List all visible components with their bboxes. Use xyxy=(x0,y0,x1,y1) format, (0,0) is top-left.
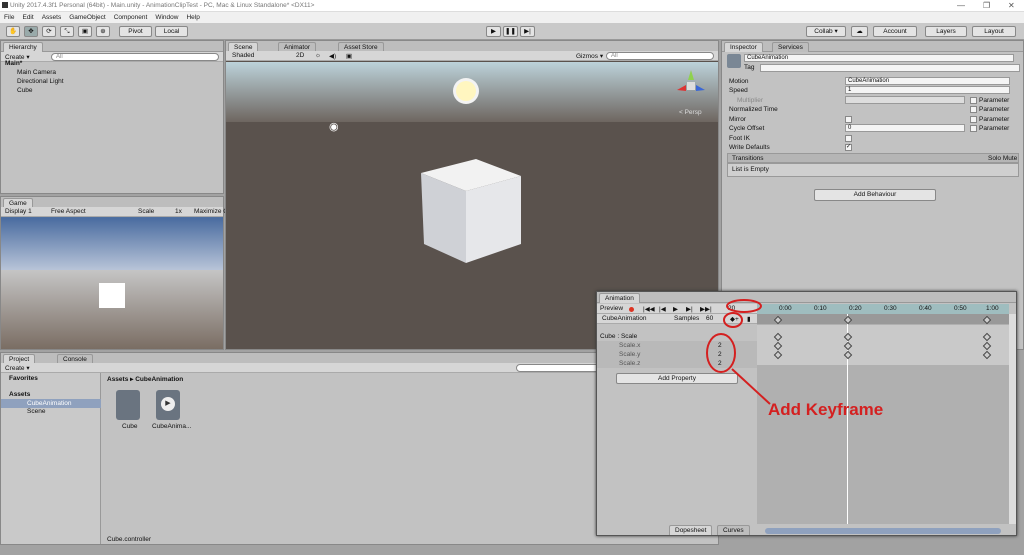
annotation-label: Add Keyframe xyxy=(768,400,884,419)
annotation-overlay xyxy=(706,299,771,405)
